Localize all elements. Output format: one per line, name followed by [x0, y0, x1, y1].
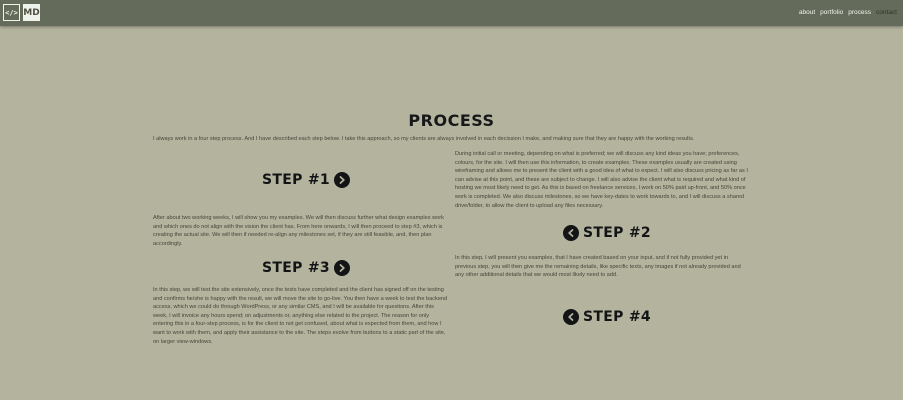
- step-4-text: In this step, we will test the site exte…: [153, 287, 448, 345]
- chevron-circle-right-icon[interactable]: [333, 172, 350, 188]
- process-intro: I always work in a four step process. An…: [153, 136, 695, 142]
- step-4-heading[interactable]: STEP #4: [563, 309, 651, 325]
- step-2-title: STEP #2: [583, 225, 651, 241]
- top-navbar: </> MD about portfolio process contact: [0, 0, 903, 26]
- step-1-title: STEP #1: [262, 172, 330, 188]
- nav-link-contact[interactable]: contact: [876, 8, 897, 17]
- nav-link-portfolio[interactable]: portfolio: [820, 8, 843, 17]
- site-logo[interactable]: </> MD: [3, 4, 40, 21]
- chevron-circle-left-icon[interactable]: [563, 309, 579, 325]
- main-nav: about portfolio process contact: [799, 8, 897, 17]
- step-2-text: After about two working weeks, I will sh…: [153, 215, 444, 247]
- nav-link-about[interactable]: about: [799, 8, 815, 17]
- step-3-title: STEP #3: [262, 260, 330, 276]
- step-3-heading[interactable]: STEP #3: [262, 260, 350, 276]
- chevron-circle-left-icon[interactable]: [563, 225, 579, 241]
- nav-link-process[interactable]: process: [848, 8, 871, 17]
- page-title: PROCESS: [408, 111, 495, 130]
- code-brackets-icon: </>: [3, 4, 20, 21]
- step-1-text: During initial call or meeting, dependin…: [455, 151, 748, 209]
- step-2-heading[interactable]: STEP #2: [563, 225, 651, 241]
- step-1-heading[interactable]: STEP #1: [262, 172, 350, 188]
- logo-initials: MD: [23, 4, 40, 21]
- step-3-text: In this step, I will present you example…: [455, 255, 741, 279]
- step-4-title: STEP #4: [583, 309, 651, 325]
- chevron-circle-right-icon[interactable]: [333, 260, 350, 276]
